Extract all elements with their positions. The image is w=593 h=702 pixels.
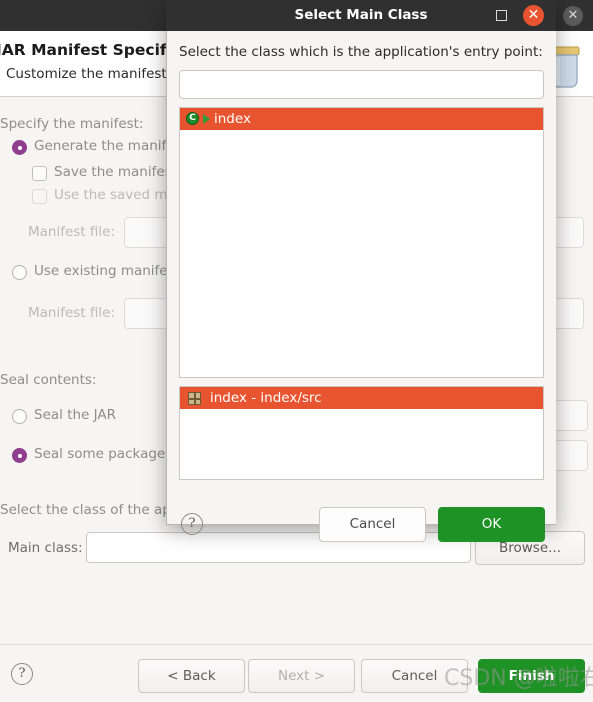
manifest-file-label-existing: Manifest file:: [28, 305, 116, 321]
checkbox-use-saved-manifest[interactable]: [32, 189, 47, 204]
package-folder-icon: [188, 391, 201, 405]
checkbox-save-manifest[interactable]: [32, 166, 47, 181]
close-icon[interactable]: ✕: [523, 5, 544, 26]
expand-triangle-icon: [203, 114, 210, 124]
list-item[interactable]: index - index/src: [180, 387, 543, 409]
seal-contents-label: Seal contents:: [0, 372, 97, 388]
cancel-button[interactable]: Cancel: [319, 507, 426, 542]
help-icon[interactable]: ?: [11, 663, 33, 685]
ok-button[interactable]: OK: [438, 507, 545, 542]
qualifier-list[interactable]: index - index/src: [179, 386, 544, 480]
radio-seal-some-packages-label: Seal some packages: [34, 446, 173, 462]
list-item[interactable]: C index: [180, 108, 543, 130]
specify-manifest-label: Specify the manifest:: [0, 116, 144, 132]
radio-use-existing-manifest[interactable]: [12, 265, 27, 280]
radio-seal-jar[interactable]: [12, 409, 27, 424]
dialog-prompt: Select the class which is the applicatio…: [179, 44, 543, 60]
select-main-class-dialog: Select Main Class ✕ Select the class whi…: [166, 0, 556, 542]
radio-seal-jar-label: Seal the JAR: [34, 407, 116, 423]
cancel-button[interactable]: Cancel: [361, 659, 468, 693]
screen: ✕ JAR Manifest Specification Customize t…: [0, 0, 593, 702]
help-icon[interactable]: ?: [181, 513, 203, 535]
list-item-label: index: [214, 111, 251, 127]
maximize-icon[interactable]: [496, 10, 507, 21]
wizard-footer: ? < Back Next > Cancel Finish: [0, 644, 593, 702]
list-item-label: index - index/src: [210, 390, 322, 406]
finish-button[interactable]: Finish: [478, 659, 585, 693]
matching-items-list[interactable]: C index: [179, 107, 544, 378]
back-button[interactable]: < Back: [138, 659, 245, 693]
dialog-body: Select the class which is the applicatio…: [167, 31, 556, 542]
dialog-titlebar: Select Main Class ✕: [166, 0, 556, 31]
manifest-file-label-generate: Manifest file:: [28, 224, 116, 240]
close-icon[interactable]: ✕: [563, 6, 583, 26]
java-class-icon: C: [186, 111, 201, 127]
next-button: Next >: [248, 659, 355, 693]
radio-generate-manifest[interactable]: [12, 140, 27, 155]
radio-seal-some-packages[interactable]: [12, 448, 27, 463]
search-input[interactable]: [179, 70, 544, 99]
main-class-label: Main class:: [8, 540, 83, 556]
